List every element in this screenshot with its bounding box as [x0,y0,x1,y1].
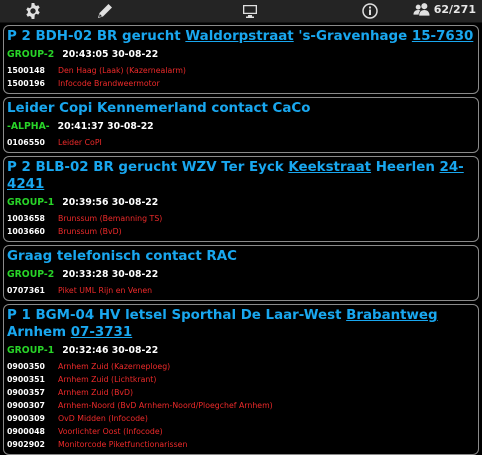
message-meta: GROUP-2 20:43:05 30-08-22 [7,47,474,62]
message-group: GROUP-1 [7,345,55,356]
capcode-number: 0707361 [7,286,45,295]
message-group: GROUP-2 [7,49,55,60]
message-title: Graag telefonisch contact RAC [7,248,474,265]
capcode-description: OvD Midden (Infocode) [58,414,148,423]
message-card[interactable]: P 2 BLB-02 BR gerucht WZV Ter Eyck Keeks… [3,156,479,242]
capcode-description: Brunssum (Bemanning TS) [58,214,163,223]
message-title: P 1 BGM-04 HV letsel Sporthal De Laar-We… [7,307,474,341]
message-title: P 2 BDH-02 BR gerucht Waldorpstraat 's-G… [7,28,474,45]
capcode-description: Arnhem Zuid (Kazerneploeg) [58,362,171,371]
user-count[interactable]: 62/271 [413,2,476,16]
message-title-link[interactable]: Waldorpstraat [185,29,293,44]
gear-icon[interactable] [25,3,41,19]
capcode-row: 1003660 Brunssum (BvD) [7,225,474,238]
capcode-number: 0106550 [7,138,45,147]
message-title: Leider Copi Kennemerland contact CaCo [7,100,474,117]
capcode-number: 1003658 [7,214,45,223]
message-timestamp: 20:43:05 30-08-22 [62,49,159,60]
capcode-row: 0900307 Arnhem-Noord (BvD Arnhem-Noord/Pl… [7,399,474,412]
capcode-row: 0900357 Arnhem Zuid (BvD) [7,386,474,399]
capcode-description: Arnhem-Noord (BvD Arnhem-Noord/Ploegchef… [58,401,273,410]
capcode-row: 0902902 Monitorcode Piketfunctionarissen [7,438,474,451]
info-icon[interactable] [362,3,378,19]
message-meta: GROUP-2 20:33:28 30-08-22 [7,267,474,282]
capcode-number: 1500148 [7,66,45,75]
message-card[interactable]: Leider Copi Kennemerland contact CaCo -AL… [3,97,479,153]
message-feed: P 2 BDH-02 BR gerucht Waldorpstraat 's-G… [0,23,482,455]
capcode-description: Infocode Brandweermotor [58,79,160,88]
users-icon [413,3,430,16]
message-group: GROUP-2 [7,269,55,280]
message-title-link[interactable]: Brabantweg [346,308,437,323]
capcode-row: 0707361 Piket UML Rijn en Venen [7,284,474,297]
message-card[interactable]: Graag telefonisch contact RAC GROUP-2 20:3… [3,245,479,301]
message-title-text: P 2 BLB-02 BR gerucht WZV Ter Eyck [7,160,289,175]
message-title-text: P 1 BGM-04 HV letsel Sporthal De Laar-We… [7,308,347,323]
message-timestamp: 20:33:28 30-08-22 [62,269,159,280]
capcode-description: Brunssum (BvD) [58,227,122,236]
capcode-description: Den Haag (Laak) (Kazernealarm) [58,66,186,75]
message-meta: GROUP-1 20:39:56 30-08-22 [7,195,474,210]
message-timestamp: 20:32:46 30-08-22 [62,345,159,356]
message-timestamp: 20:41:37 30-08-22 [57,121,154,132]
message-title-text: Arnhem [7,325,71,340]
message-meta: -ALPHA- 20:41:37 30-08-22 [7,119,474,134]
capcode-number: 0900350 [7,362,45,371]
message-meta: GROUP-1 20:32:46 30-08-22 [7,343,474,358]
capcode-number: 0900307 [7,401,45,410]
capcode-row: 1500148 Den Haag (Laak) (Kazernealarm) [7,64,474,77]
toolbar: 62/271 [0,0,482,23]
capcode-number: 1500196 [7,79,45,88]
message-title: P 2 BLB-02 BR gerucht WZV Ter Eyck Keeks… [7,159,474,193]
capcode-number: 0900357 [7,388,45,397]
capcode-row: 1003658 Brunssum (Bemanning TS) [7,212,474,225]
capcode-row: 0900350 Arnhem Zuid (Kazerneploeg) [7,360,474,373]
message-title-link[interactable]: 15-7630 [412,29,473,44]
message-title-text: Leider Copi Kennemerland contact CaCo [7,101,311,116]
capcode-row: 1500196 Infocode Brandweermotor [7,77,474,90]
message-title-text: Heerlen [371,160,440,175]
message-title-text: Graag telefonisch contact RAC [7,249,237,264]
message-group: GROUP-1 [7,197,55,208]
message-timestamp: 20:39:56 30-08-22 [62,197,159,208]
message-title-link[interactable]: Keekstraat [288,160,371,175]
capcode-number: 1003660 [7,227,45,236]
capcode-description: Piket UML Rijn en Venen [58,286,153,295]
capcode-description: Arnhem Zuid (Lichtkrant) [58,375,157,384]
message-card[interactable]: P 2 BDH-02 BR gerucht Waldorpstraat 's-G… [3,25,479,94]
capcode-number: 0900351 [7,375,45,384]
capcode-description: Arnhem Zuid (BvD) [58,388,134,397]
capcode-number: 0902902 [7,440,45,449]
user-count-text: 62/271 [433,2,476,16]
capcode-row: 0106550 Leider CoPI [7,136,474,149]
pencil-icon[interactable] [97,3,113,19]
capcode-row: 0900309 OvD Midden (Infocode) [7,412,474,425]
capcode-row: 0900351 Arnhem Zuid (Lichtkrant) [7,373,474,386]
message-title-link[interactable]: 07-3731 [71,325,132,340]
monitor-icon[interactable] [242,3,258,19]
capcode-description: Leider CoPI [58,138,102,147]
capcode-number: 0900309 [7,414,45,423]
capcode-description: Monitorcode Piketfunctionarissen [58,440,188,449]
message-card[interactable]: P 1 BGM-04 HV letsel Sporthal De Laar-We… [3,304,479,455]
message-title-text: 's-Gravenhage [293,29,412,44]
message-title-text: P 2 BDH-02 BR gerucht [7,29,186,44]
message-group: -ALPHA- [7,121,50,132]
